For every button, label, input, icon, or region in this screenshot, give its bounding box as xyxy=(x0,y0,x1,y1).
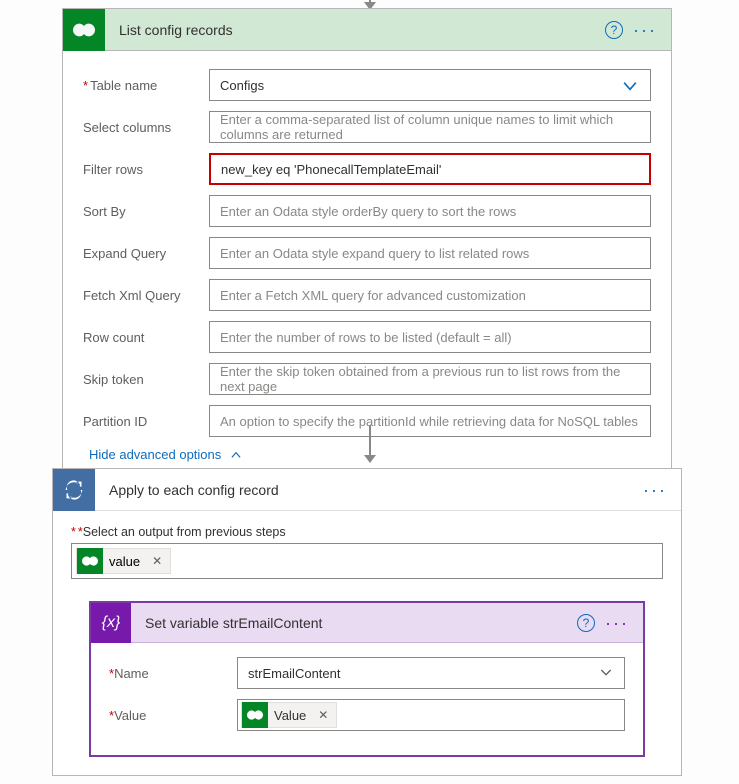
label-partition-id: Partition ID xyxy=(83,414,209,429)
list-config-records-card: List config records ? ··· Table name Con… xyxy=(62,8,672,475)
card-header[interactable]: Apply to each config record ··· xyxy=(53,469,681,511)
token-label: value xyxy=(109,554,140,569)
row-table-name: Table name Configs xyxy=(83,69,651,101)
label-table-name: Table name xyxy=(83,78,209,93)
input-select-columns[interactable]: Enter a comma-separated list of column u… xyxy=(209,111,651,143)
input-value[interactable]: Value ✕ xyxy=(237,699,625,731)
chevron-down-icon xyxy=(598,664,614,680)
label-filter-rows: Filter rows xyxy=(83,162,209,177)
card-header[interactable]: {x} Set variable strEmailContent ? ··· xyxy=(91,603,643,643)
card-header[interactable]: List config records ? ··· xyxy=(63,9,671,51)
dataverse-icon xyxy=(242,702,268,728)
card-title: List config records xyxy=(105,22,605,38)
input-name[interactable]: strEmailContent xyxy=(237,657,625,689)
row-skip-token: Skip token Enter the skip token obtained… xyxy=(83,363,651,395)
label-select-columns: Select columns xyxy=(83,120,209,135)
dataverse-icon xyxy=(77,548,103,574)
row-sort-by: Sort By Enter an Odata style orderBy que… xyxy=(83,195,651,227)
token-label: Value xyxy=(274,708,306,723)
input-row-count[interactable]: Enter the number of rows to be listed (d… xyxy=(209,321,651,353)
row-name: *Name strEmailContent xyxy=(109,657,625,689)
label-value: Value xyxy=(114,708,146,723)
help-icon[interactable]: ? xyxy=(605,21,623,39)
more-menu-icon[interactable]: ··· xyxy=(639,481,671,499)
input-filter-rows[interactable]: new_key eq 'PhonecallTemplateEmail' xyxy=(209,153,651,185)
row-expand-query: Expand Query Enter an Odata style expand… xyxy=(83,237,651,269)
row-select-columns: Select columns Enter a comma-separated l… xyxy=(83,111,651,143)
row-row-count: Row count Enter the number of rows to be… xyxy=(83,321,651,353)
dataverse-icon xyxy=(63,9,105,51)
token-value[interactable]: Value ✕ xyxy=(241,702,337,728)
value-name: strEmailContent xyxy=(248,666,340,681)
row-fetch-xml: Fetch Xml Query Enter a Fetch XML query … xyxy=(83,279,651,311)
label-expand-query: Expand Query xyxy=(83,246,209,261)
input-sort-by[interactable]: Enter an Odata style orderBy query to so… xyxy=(209,195,651,227)
variable-icon: {x} xyxy=(91,603,131,643)
input-partition-id[interactable]: An option to specify the partitionId whi… xyxy=(209,405,651,437)
row-value: *Value Value ✕ xyxy=(109,699,625,731)
more-menu-icon[interactable]: ··· xyxy=(601,614,633,632)
input-table-name[interactable]: Configs xyxy=(209,69,651,101)
flow-arrow-mid xyxy=(364,425,376,463)
chevron-down-icon xyxy=(620,76,640,96)
card-title: Set variable strEmailContent xyxy=(131,615,577,631)
value-table-name: Configs xyxy=(220,78,264,93)
loop-icon xyxy=(53,469,95,511)
apply-to-each-card: Apply to each config record ··· *Select … xyxy=(52,468,682,776)
chevron-up-icon xyxy=(229,448,243,462)
input-fetch-xml[interactable]: Enter a Fetch XML query for advanced cus… xyxy=(209,279,651,311)
card-title: Apply to each config record xyxy=(95,482,639,498)
label-skip-token: Skip token xyxy=(83,372,209,387)
output-from-previous-input[interactable]: value ✕ xyxy=(71,543,663,579)
label-row-count: Row count xyxy=(83,330,209,345)
row-filter-rows: Filter rows new_key eq 'PhonecallTemplat… xyxy=(83,153,651,185)
set-variable-card: {x} Set variable strEmailContent ? ··· *… xyxy=(89,601,645,757)
more-menu-icon[interactable]: ··· xyxy=(629,21,661,39)
label-output: Select an output from previous steps xyxy=(83,525,286,539)
remove-token-icon[interactable]: ✕ xyxy=(152,554,162,568)
label-sort-by: Sort By xyxy=(83,204,209,219)
label-fetch-xml: Fetch Xml Query xyxy=(83,288,209,303)
help-icon[interactable]: ? xyxy=(577,614,595,632)
input-skip-token[interactable]: Enter the skip token obtained from a pre… xyxy=(209,363,651,395)
input-expand-query[interactable]: Enter an Odata style expand query to lis… xyxy=(209,237,651,269)
label-name: Name xyxy=(114,666,149,681)
remove-token-icon[interactable]: ✕ xyxy=(318,708,328,722)
token-value[interactable]: value ✕ xyxy=(76,548,171,574)
